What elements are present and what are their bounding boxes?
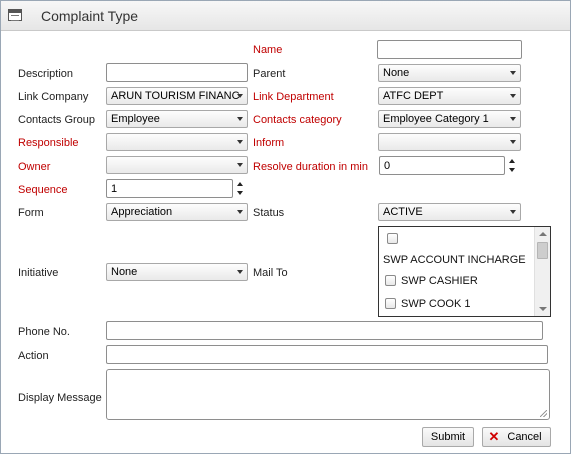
display-message-textarea[interactable] xyxy=(106,369,550,420)
form-window-icon xyxy=(8,9,22,21)
name-label: Name xyxy=(253,44,283,56)
form-select[interactable]: Appreciation xyxy=(106,203,248,221)
sequence-input[interactable] xyxy=(106,179,233,198)
contacts-category-select[interactable]: Employee Category 1 xyxy=(378,110,521,128)
arrow-down-icon[interactable] xyxy=(237,191,243,195)
form-label: Form xyxy=(18,207,44,219)
mail-to-item-label[interactable]: SWP COOK 1 xyxy=(401,298,470,310)
status-select-value: ACTIVE xyxy=(383,206,423,218)
cancel-button[interactable]: ✕ Cancel xyxy=(482,427,551,447)
chevron-down-icon xyxy=(510,71,516,75)
chevron-down-icon xyxy=(237,270,243,274)
owner-select[interactable] xyxy=(106,156,248,174)
inform-select[interactable] xyxy=(378,133,521,151)
cancel-button-label: Cancel xyxy=(507,431,542,443)
title-bar: Complaint Type xyxy=(1,1,570,31)
parent-select[interactable]: None xyxy=(378,64,521,82)
chevron-down-icon xyxy=(510,140,516,144)
link-department-select[interactable]: ATFC DEPT xyxy=(378,87,521,105)
mail-to-checkbox[interactable] xyxy=(385,298,396,309)
resize-grip-icon[interactable] xyxy=(540,410,547,417)
link-company-select-value: ARUN TOURISM FINANC xyxy=(111,90,240,102)
display-message-label: Display Message xyxy=(18,392,102,404)
form-select-value: Appreciation xyxy=(111,206,173,218)
complaint-type-window: Complaint Type Name Description Parent N… xyxy=(0,0,571,454)
status-select[interactable]: ACTIVE xyxy=(378,203,521,221)
mail-to-item-label[interactable]: SWP ACCOUNT INCHARGE xyxy=(383,254,526,266)
parent-label: Parent xyxy=(253,68,286,80)
chevron-down-icon xyxy=(510,210,516,214)
arrow-up-icon[interactable] xyxy=(237,182,243,186)
inform-label: Inform xyxy=(253,137,285,149)
sequence-stepper[interactable] xyxy=(236,180,244,198)
contacts-category-label: Contacts category xyxy=(253,114,342,126)
mail-to-scrollbar[interactable] xyxy=(534,227,550,316)
name-input[interactable] xyxy=(377,40,522,59)
mail-to-checkbox[interactable] xyxy=(385,275,396,286)
resolve-duration-label: Resolve duration in min xyxy=(253,161,368,173)
description-label: Description xyxy=(18,68,74,80)
description-input[interactable] xyxy=(106,63,248,82)
initiative-select[interactable]: None xyxy=(106,263,248,281)
phone-label: Phone No. xyxy=(18,326,70,338)
link-company-label: Link Company xyxy=(18,91,89,103)
chevron-down-icon xyxy=(510,94,516,98)
scroll-up-icon[interactable] xyxy=(539,232,547,236)
chevron-down-icon xyxy=(237,94,243,98)
responsible-select[interactable] xyxy=(106,133,248,151)
contacts-group-label: Contacts Group xyxy=(18,114,96,126)
link-company-select[interactable]: ARUN TOURISM FINANC xyxy=(106,87,248,105)
close-icon: ✕ xyxy=(488,429,500,444)
phone-input[interactable] xyxy=(106,321,543,340)
resolve-duration-stepper[interactable] xyxy=(508,157,516,175)
chevron-down-icon xyxy=(237,163,243,167)
link-department-select-value: ATFC DEPT xyxy=(383,90,444,102)
link-department-label: Link Department xyxy=(253,91,334,103)
contacts-group-select-value: Employee xyxy=(111,113,160,125)
window-title: Complaint Type xyxy=(41,8,139,24)
scrollbar-thumb[interactable] xyxy=(537,242,548,259)
responsible-label: Responsible xyxy=(18,137,79,149)
resolve-duration-input[interactable] xyxy=(379,156,505,175)
parent-select-value: None xyxy=(383,67,410,79)
initiative-label: Initiative xyxy=(18,267,59,279)
mail-to-checkbox-all[interactable] xyxy=(387,233,398,244)
mail-to-listbox[interactable]: SWP ACCOUNT INCHARGE SWP CASHIER SWP COO… xyxy=(378,226,551,317)
scroll-down-icon[interactable] xyxy=(539,307,547,311)
action-label: Action xyxy=(18,350,49,362)
initiative-select-value: None xyxy=(111,266,138,278)
action-input[interactable] xyxy=(106,345,548,364)
chevron-down-icon xyxy=(237,117,243,121)
status-label: Status xyxy=(253,207,285,219)
arrow-up-icon[interactable] xyxy=(509,159,515,163)
chevron-down-icon xyxy=(237,210,243,214)
mail-to-item-label[interactable]: SWP CASHIER xyxy=(401,275,478,287)
sequence-label: Sequence xyxy=(18,184,68,196)
mail-to-label: Mail To xyxy=(253,267,288,279)
chevron-down-icon xyxy=(510,117,516,121)
contacts-category-select-value: Employee Category 1 xyxy=(383,113,489,125)
owner-label: Owner xyxy=(18,161,51,173)
contacts-group-select[interactable]: Employee xyxy=(106,110,248,128)
submit-button[interactable]: Submit xyxy=(422,427,474,447)
arrow-down-icon[interactable] xyxy=(509,168,515,172)
chevron-down-icon xyxy=(237,140,243,144)
